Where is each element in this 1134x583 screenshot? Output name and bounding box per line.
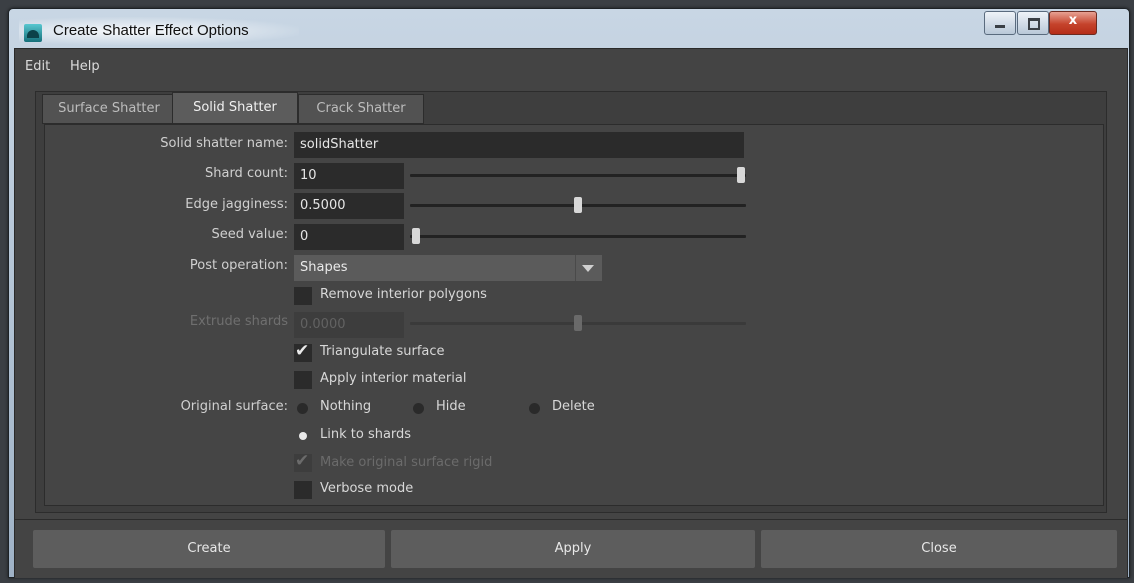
shard-count-slider-track[interactable] [410,174,746,177]
shard-count-slider-thumb[interactable] [737,167,745,183]
triangulate-surface-checkbox[interactable]: ✔ [294,341,312,362]
close-window-button[interactable]: x [1049,11,1097,35]
solid-shatter-name-label: Solid shatter name: [160,136,288,151]
solid-shatter-panel: Solid shatter name: Shard count: Edge ja… [44,124,1104,506]
create-button[interactable]: Create [33,530,385,568]
make-original-surface-rigid-label: Make original surface rigid [320,455,493,470]
radio-nothing[interactable] [297,403,308,414]
edge-jagginess-input[interactable]: 0.5000 [294,193,404,219]
extrude-shards-label: Extrude shards [189,314,288,329]
dropdown-separator [575,255,576,281]
verbose-mode-checkbox[interactable] [294,481,312,499]
apply-button[interactable]: Apply [391,530,755,568]
apply-interior-material-label: Apply interior material [320,371,467,386]
radio-delete-label: Delete [552,399,595,414]
menu-help[interactable]: Help [70,59,100,74]
close-icon: x [1068,13,1078,28]
radio-link-to-shards-label: Link to shards [320,427,412,442]
minimize-button[interactable] [984,11,1016,35]
check-icon: ✔ [295,341,310,361]
check-icon: ✔ [295,451,310,471]
edge-jagginess-slider-thumb[interactable] [574,197,582,213]
radio-hide[interactable] [413,403,424,414]
apply-interior-material-checkbox[interactable] [294,371,312,389]
seed-value-slider-track[interactable] [410,235,746,238]
edge-jagginess-label: Edge jagginess: [185,197,288,212]
chevron-down-icon [582,265,594,272]
remove-interior-polygons-label: Remove interior polygons [320,287,487,302]
seed-value-label: Seed value: [211,227,288,242]
maya-app-icon [24,24,42,42]
original-surface-label: Original surface: [180,399,288,414]
radio-hide-label: Hide [436,399,466,414]
title-bar[interactable]: Create Shatter Effect Options x [9,9,1129,49]
post-operation-label: Post operation: [189,258,288,273]
radio-delete[interactable] [529,403,540,414]
dialog-client-area: Edit Help Surface Shatter Solid Shatter … [14,48,1128,578]
close-button[interactable]: Close [761,530,1117,568]
solid-shatter-name-input[interactable]: solidShatter [294,132,744,158]
seed-value-slider-thumb[interactable] [412,228,420,244]
tab-solid-shatter[interactable]: Solid Shatter [172,92,298,124]
triangulate-surface-label: Triangulate surface [320,344,445,359]
post-operation-value: Shapes [300,260,348,275]
shard-count-input[interactable]: 10 [294,163,404,189]
menu-bar: Edit Help [15,49,1127,81]
post-operation-dropdown[interactable]: Shapes [294,255,602,281]
remove-interior-polygons-checkbox[interactable] [294,287,312,305]
radio-nothing-label: Nothing [320,399,372,414]
extrude-shards-input: 0.0000 [294,312,404,338]
extrude-shards-slider-thumb [574,315,582,331]
seed-value-input[interactable]: 0 [294,224,404,250]
button-bar: Create Apply Close [15,519,1127,578]
radio-link-to-shards[interactable] [299,432,307,440]
tab-crack-shatter[interactable]: Crack Shatter [298,94,424,124]
tab-container: Surface Shatter Solid Shatter Crack Shat… [35,91,1107,513]
menu-edit[interactable]: Edit [25,59,50,74]
tab-surface-shatter[interactable]: Surface Shatter [42,94,176,124]
verbose-mode-label: Verbose mode [320,481,414,496]
make-original-surface-rigid-checkbox: ✔ [294,451,312,472]
window-title: Create Shatter Effect Options [53,22,249,39]
maximize-button[interactable] [1017,11,1049,35]
shard-count-label: Shard count: [204,166,288,181]
